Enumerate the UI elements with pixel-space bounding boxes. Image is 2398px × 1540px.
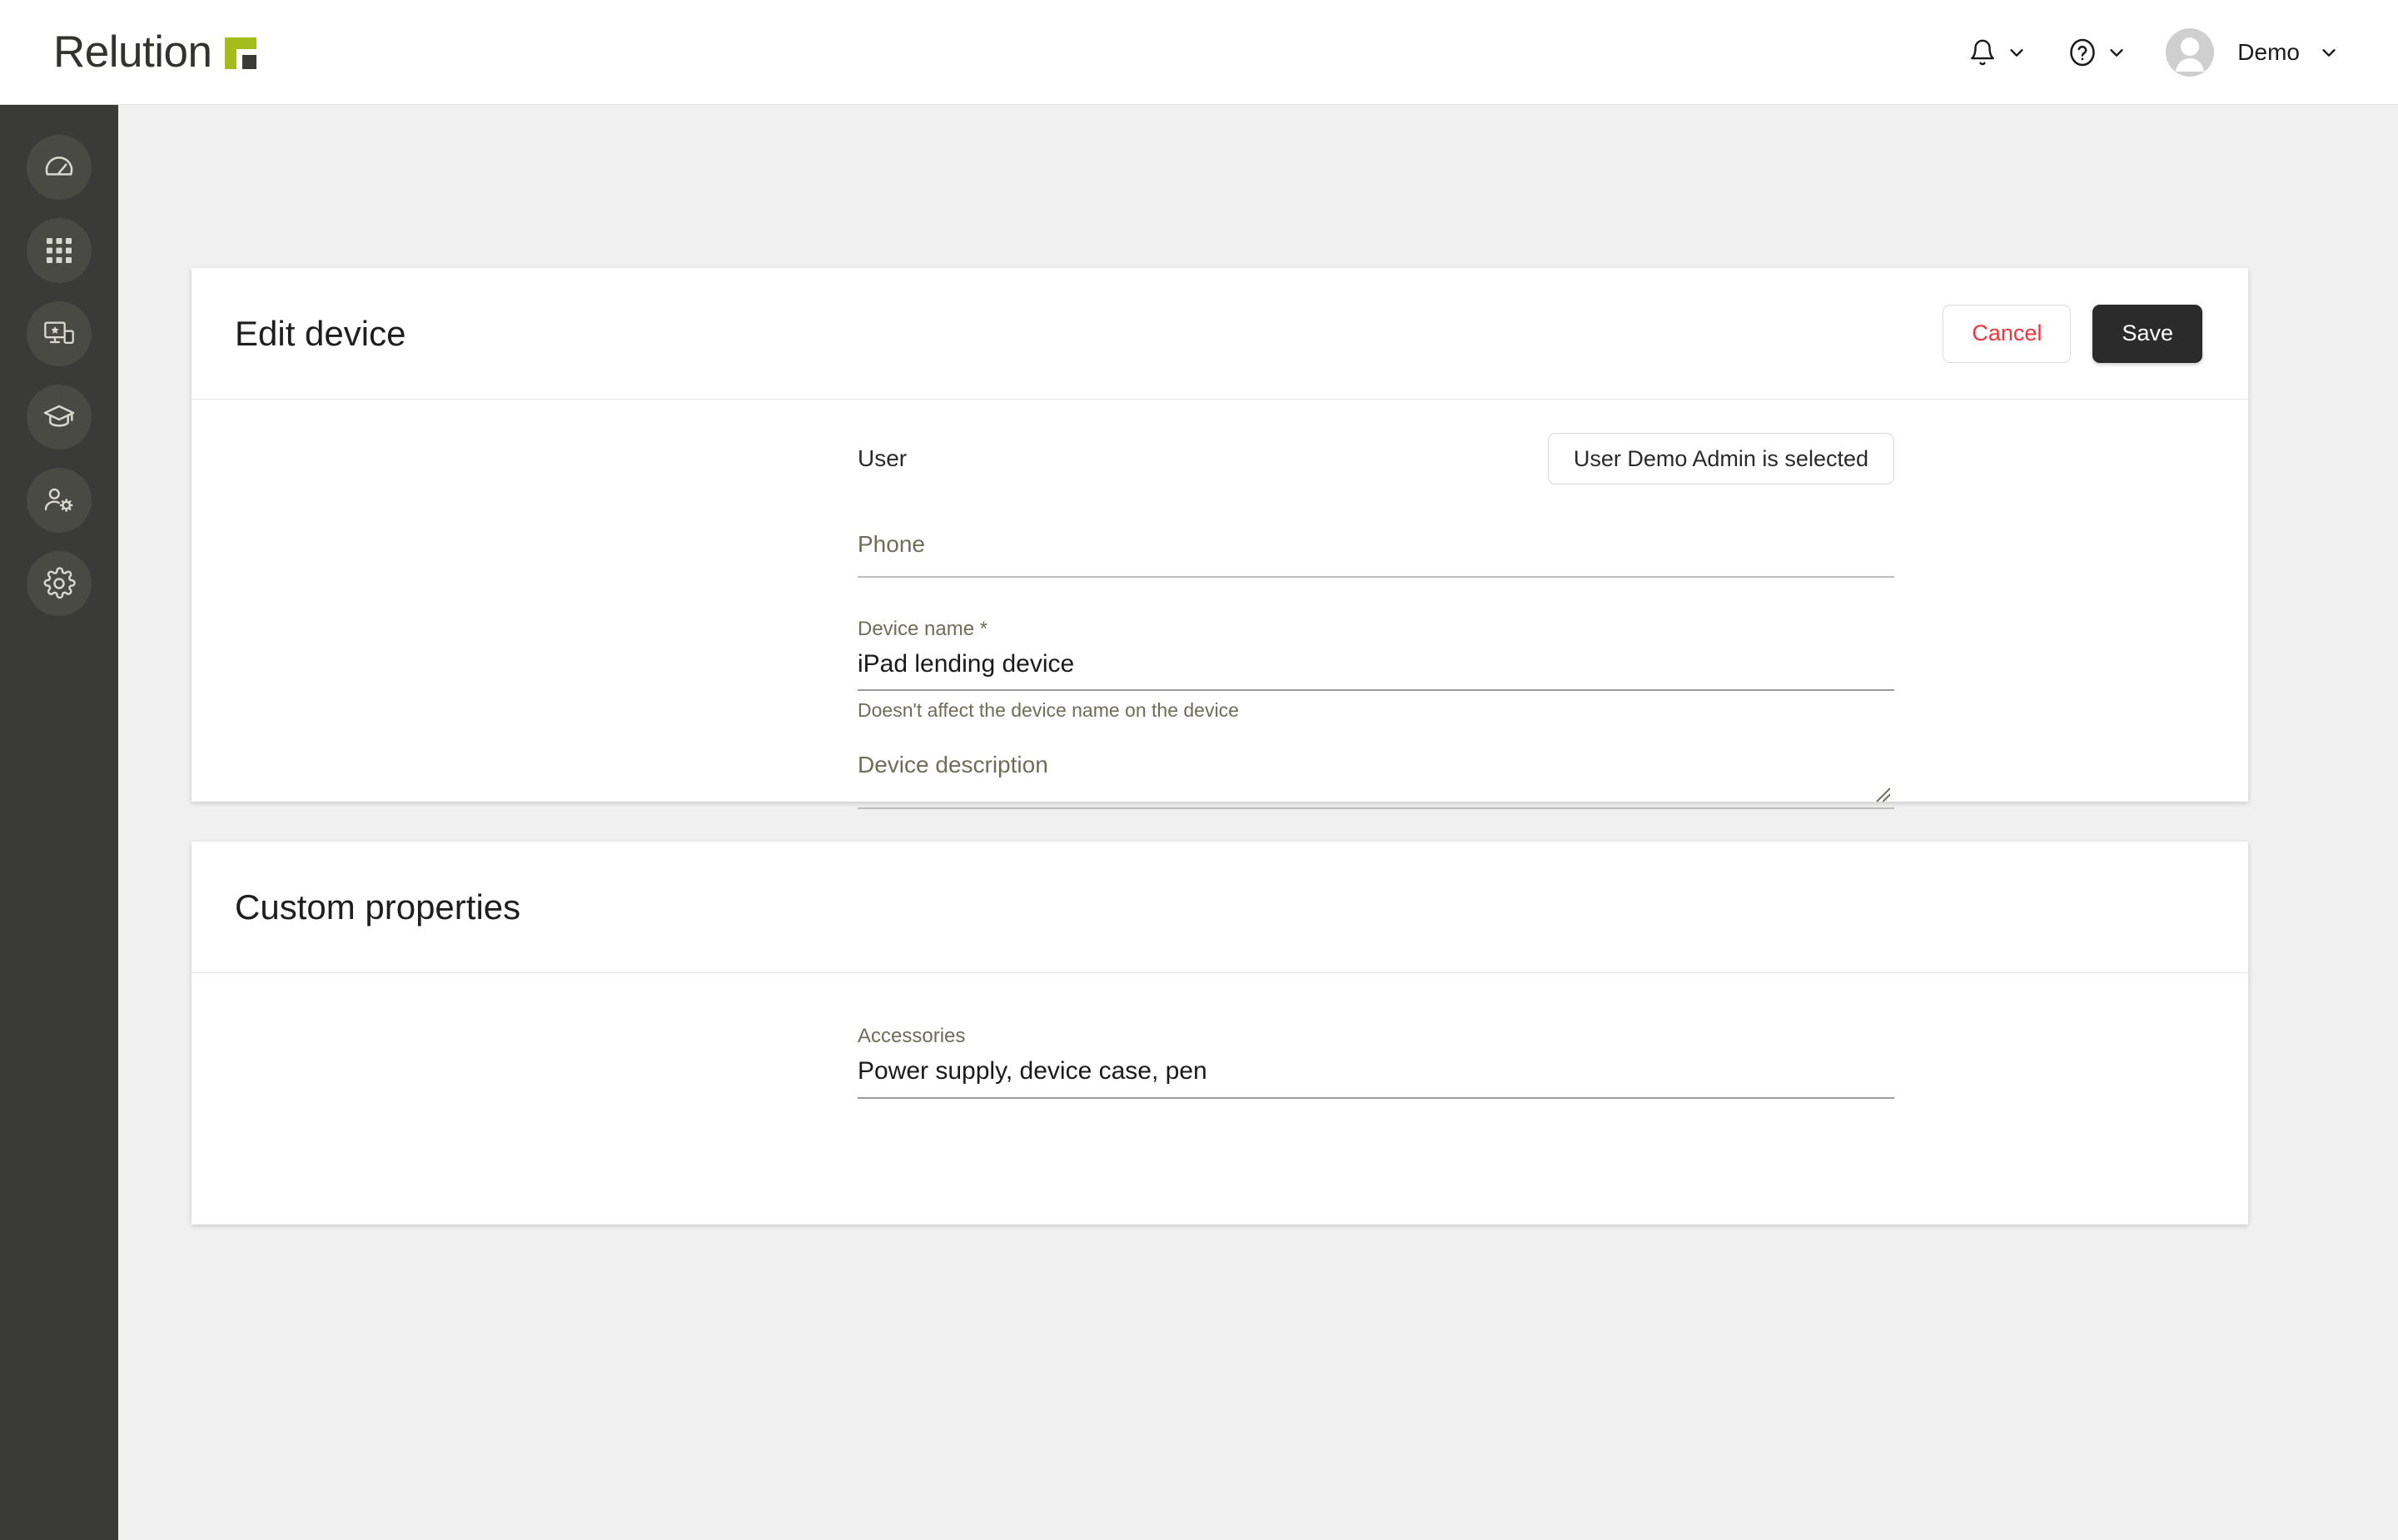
top-bar: Relution Demo bbox=[0, 0, 2398, 105]
sidebar-item-users[interactable] bbox=[27, 468, 92, 533]
brand-name: Relution bbox=[53, 27, 212, 77]
field-accessories: Accessories bbox=[858, 1016, 1894, 1099]
user-name-label: Demo bbox=[2237, 38, 2300, 65]
custom-properties-title: Custom properties bbox=[235, 887, 521, 926]
field-device-name: Device name * Doesn't affect the device … bbox=[858, 609, 1894, 723]
edit-device-card: Edit device Cancel Save User User Demo A… bbox=[192, 268, 2248, 991]
sidebar-item-settings[interactable] bbox=[27, 551, 92, 616]
phone-label: Phone bbox=[858, 531, 925, 557]
accessories-label: Accessories bbox=[858, 1025, 966, 1047]
custom-properties-card-header: Custom properties bbox=[192, 842, 2248, 973]
save-button[interactable]: Save bbox=[2092, 304, 2202, 363]
chevron-down-icon bbox=[2322, 48, 2336, 57]
card-actions: Cancel Save bbox=[1943, 304, 2202, 363]
avatar bbox=[2166, 27, 2215, 77]
phone-input[interactable] bbox=[858, 558, 1894, 573]
devices-monitor-phone-icon bbox=[44, 321, 74, 344]
bell-icon bbox=[1966, 36, 1999, 69]
page-content: Edit device Cancel Save User User Demo A… bbox=[118, 105, 2398, 1540]
chevron-down-icon bbox=[2110, 48, 2123, 57]
user-select-button[interactable]: User Demo Admin is selected bbox=[1547, 433, 1894, 484]
notifications-menu[interactable] bbox=[1946, 36, 2046, 69]
gear-icon bbox=[43, 567, 76, 599]
accessories-input[interactable] bbox=[858, 1048, 1894, 1097]
custom-properties-card: Custom properties Accessories bbox=[192, 842, 2248, 1225]
user-menu[interactable]: Demo bbox=[2146, 27, 2358, 77]
sidebar-item-devices[interactable] bbox=[27, 301, 92, 366]
accessories-underline bbox=[858, 1096, 1894, 1099]
device-description-label: Device description bbox=[858, 752, 1048, 778]
cancel-button[interactable]: Cancel bbox=[1943, 304, 2072, 363]
field-device-description: Device description bbox=[858, 743, 1894, 810]
sidebar-item-dashboard[interactable] bbox=[27, 135, 92, 200]
question-circle-icon bbox=[2066, 36, 2099, 69]
relution-logo-icon bbox=[225, 37, 257, 69]
device-name-input[interactable] bbox=[858, 640, 1894, 690]
device-name-label: Device name * bbox=[858, 617, 988, 640]
sidebar-item-apps[interactable] bbox=[27, 218, 92, 283]
card-title: Edit device bbox=[235, 313, 406, 353]
chevron-down-icon bbox=[2010, 48, 2023, 57]
custom-properties-form: Accessories bbox=[192, 1016, 2248, 1099]
device-description-textarea[interactable] bbox=[858, 778, 1894, 804]
field-phone: Phone bbox=[858, 523, 1894, 578]
device-description-underline bbox=[858, 807, 1894, 810]
field-row-user: User User Demo Admin is selected bbox=[858, 423, 1894, 494]
device-name-hint: Doesn't affect the device name on the de… bbox=[858, 699, 1239, 722]
user-settings-icon bbox=[44, 488, 73, 512]
top-bar-actions: Demo bbox=[1946, 27, 2358, 77]
edit-device-card-header: Edit device Cancel Save bbox=[192, 268, 2248, 400]
sidebar bbox=[0, 105, 118, 1540]
user-label: User bbox=[858, 445, 908, 471]
sidebar-item-education[interactable] bbox=[27, 385, 92, 450]
graduation-cap-icon bbox=[43, 405, 75, 427]
brand-logo[interactable]: Relution bbox=[53, 27, 257, 77]
help-menu[interactable] bbox=[2046, 36, 2146, 69]
apps-grid-icon bbox=[47, 238, 72, 263]
dashboard-speedometer-icon bbox=[45, 156, 73, 176]
phone-underline bbox=[858, 575, 1894, 578]
